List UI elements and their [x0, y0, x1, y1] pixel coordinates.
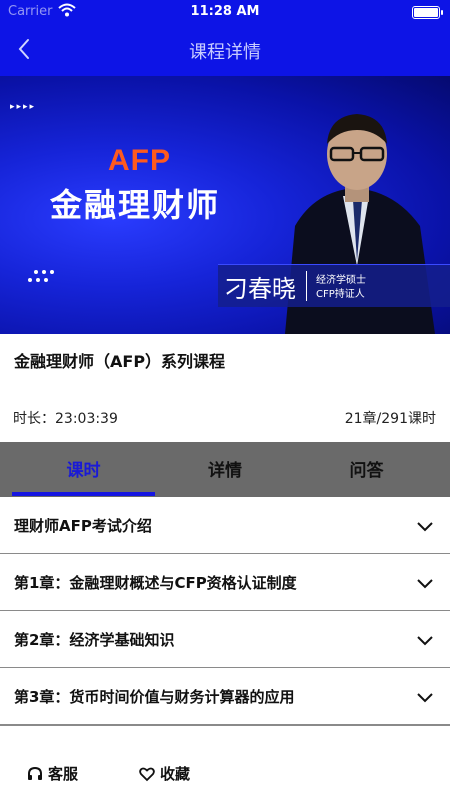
chapter-label: 第3章：货币时间价值与财务计算器的应用	[14, 688, 295, 706]
bottom-action-bar: 客服 收藏	[0, 745, 450, 800]
page-title: 课程详情	[189, 42, 261, 63]
teacher-certification: CFP持证人	[316, 289, 365, 300]
tab-details[interactable]: 详情	[155, 442, 295, 497]
teacher-nameplate: 刁春晓 经济学硕士 CFP持证人	[218, 264, 450, 307]
heart-icon	[139, 767, 155, 781]
chevron-down-icon[interactable]	[416, 688, 434, 706]
chapter-item[interactable]: 理财师AFP考试介绍	[0, 497, 450, 555]
battery-icon	[412, 6, 443, 19]
banner-title: 金融理财师	[50, 186, 221, 224]
decor-arrows-icon: ▸▸▸▸	[10, 102, 37, 112]
chapter-item[interactable]: 第3章：货币时间价值与财务计算器的应用	[0, 668, 450, 726]
headset-icon	[28, 766, 42, 780]
chapter-label: 第1章：金融理财概述与CFP资格认证制度	[14, 574, 297, 592]
tab-lessons[interactable]: 课时	[12, 442, 155, 497]
active-tab-indicator	[12, 492, 155, 496]
nameplate-divider	[306, 271, 307, 301]
chevron-down-icon[interactable]	[416, 574, 434, 592]
status-time: 11:28 AM	[190, 4, 260, 19]
chapter-label: 理财师AFP考试介绍	[14, 517, 152, 535]
tab-bar: 课时 详情 问答	[0, 442, 450, 497]
course-title: 金融理财师（AFP）系列课程	[14, 352, 226, 371]
favorite-label: 收藏	[160, 765, 191, 783]
course-banner: ▸▸▸▸ AFP 金融理财师 刁春晓 经济学硕士 CFP持证人	[0, 76, 450, 334]
customer-service-button[interactable]: 客服	[26, 763, 78, 784]
decor-dots-icon	[28, 270, 54, 282]
tab-qa[interactable]: 问答	[295, 442, 438, 497]
chevron-down-icon[interactable]	[416, 517, 434, 535]
course-duration: 时长：23:03:39	[13, 411, 118, 427]
nav-bar: 课程详情	[0, 24, 450, 76]
customer-service-label: 客服	[48, 765, 79, 783]
chapter-label: 第2章：经济学基础知识	[14, 631, 175, 649]
course-counts: 21章/291课时	[344, 411, 436, 427]
chevron-down-icon[interactable]	[416, 631, 434, 649]
favorite-button[interactable]: 收藏	[138, 763, 190, 784]
chapter-item[interactable]: 第1章：金融理财概述与CFP资格认证制度	[0, 554, 450, 612]
teacher-degree: 经济学硕士	[316, 275, 366, 286]
status-bar: Carrier 11:28 AM	[0, 0, 450, 24]
chapter-item[interactable]: 第2章：经济学基础知识	[0, 611, 450, 669]
banner-afp-text: AFP	[108, 144, 171, 177]
teacher-name: 刁春晓	[224, 275, 296, 303]
